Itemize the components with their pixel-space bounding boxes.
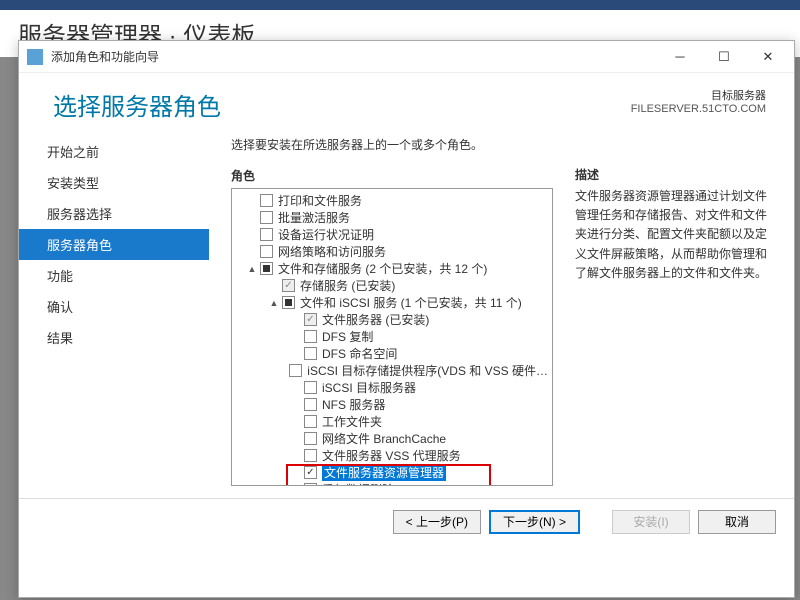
tree-label: 网络策略和访问服务 — [278, 243, 386, 260]
tree-label: 批量激活服务 — [278, 209, 350, 226]
tree-row[interactable]: 文件服务器 (已安装) — [232, 311, 552, 328]
tree-label: 文件和存储服务 (2 个已安装，共 12 个) — [278, 260, 487, 277]
sidebar-item-1[interactable]: 安装类型 — [19, 167, 209, 198]
tree-row[interactable]: 打印和文件服务 — [232, 192, 552, 209]
tree-label: 重复数据删除 — [322, 481, 394, 486]
checkbox[interactable] — [260, 228, 273, 241]
checkbox[interactable] — [304, 330, 317, 343]
expander-icon[interactable]: ▲ — [246, 264, 258, 274]
desc-label: 描述 — [575, 166, 774, 183]
footer: < 上一步(P) 下一步(N) > 安装(I) 取消 — [19, 498, 794, 544]
checkbox[interactable] — [304, 381, 317, 394]
tree-row[interactable]: 存储服务 (已安装) — [232, 277, 552, 294]
checkbox[interactable] — [260, 262, 273, 275]
maximize-button[interactable]: ☐ — [702, 43, 746, 71]
target-info: 目标服务器 FILESERVER.51CTO.COM — [631, 87, 766, 115]
tree-row[interactable]: 文件服务器 VSS 代理服务 — [232, 447, 552, 464]
checkbox[interactable] — [304, 415, 317, 428]
tree-label: 文件服务器资源管理器 — [322, 464, 446, 481]
tree-label: 打印和文件服务 — [278, 192, 362, 209]
tree-row[interactable]: NFS 服务器 — [232, 396, 552, 413]
tree-label: iSCSI 目标服务器 — [322, 379, 416, 396]
app-icon — [27, 49, 43, 65]
expander-icon[interactable]: ▲ — [268, 298, 280, 308]
titlebar: 添加角色和功能向导 ─ ☐ ✕ — [19, 41, 794, 73]
sidebar-item-6[interactable]: 结果 — [19, 322, 209, 353]
checkbox[interactable] — [304, 347, 317, 360]
tree-label: 文件服务器 VSS 代理服务 — [322, 447, 461, 464]
checkbox[interactable] — [260, 211, 273, 224]
tree-label: NFS 服务器 — [322, 396, 385, 413]
checkbox[interactable] — [304, 398, 317, 411]
sidebar-item-2[interactable]: 服务器选择 — [19, 198, 209, 229]
desc-text: 文件服务器资源管理器通过计划文件管理任务和存储报告、对文件和文件夹进行分类、配置… — [575, 187, 774, 283]
tree-label: iSCSI 目标存储提供程序(VDS 和 VSS 硬件… — [307, 362, 548, 379]
close-button[interactable]: ✕ — [746, 43, 790, 71]
tree-label: 文件服务器 (已安装) — [322, 311, 429, 328]
tree-row[interactable]: 文件服务器资源管理器 — [232, 464, 552, 481]
tree-label: 存储服务 (已安装) — [300, 277, 395, 294]
tree-row[interactable]: DFS 复制 — [232, 328, 552, 345]
tree-label: DFS 复制 — [322, 328, 373, 345]
checkbox[interactable] — [304, 483, 317, 486]
sidebar-item-4[interactable]: 功能 — [19, 260, 209, 291]
checkbox[interactable] — [289, 364, 302, 377]
sidebar-item-5[interactable]: 确认 — [19, 291, 209, 322]
checkbox[interactable] — [304, 466, 317, 479]
tree-label: 文件和 iSCSI 服务 (1 个已安装，共 11 个) — [300, 294, 522, 311]
checkbox[interactable] — [260, 245, 273, 258]
tree-row[interactable]: ▲ 文件和 iSCSI 服务 (1 个已安装，共 11 个) — [232, 294, 552, 311]
wizard-dialog: 添加角色和功能向导 ─ ☐ ✕ 选择服务器角色 目标服务器 FILESERVER… — [18, 40, 795, 598]
window-title: 添加角色和功能向导 — [51, 48, 658, 65]
next-button[interactable]: 下一步(N) > — [489, 510, 580, 534]
tree-row[interactable]: iSCSI 目标服务器 — [232, 379, 552, 396]
target-label: 目标服务器 — [631, 87, 766, 103]
tree-label: 工作文件夹 — [322, 413, 382, 430]
tree-row[interactable]: 网络文件 BranchCache — [232, 430, 552, 447]
tree-row[interactable]: 设备运行状况证明 — [232, 226, 552, 243]
wizard-sidebar: 开始之前安装类型服务器选择服务器角色功能确认结果 — [19, 128, 209, 498]
minimize-button[interactable]: ─ — [658, 43, 702, 71]
tree-row[interactable]: 重复数据删除 — [232, 481, 552, 486]
tree-row[interactable]: iSCSI 目标存储提供程序(VDS 和 VSS 硬件… — [232, 362, 552, 379]
roles-label: 角色 — [231, 167, 553, 184]
tree-row[interactable]: 批量激活服务 — [232, 209, 552, 226]
checkbox[interactable] — [304, 432, 317, 445]
tree-row[interactable]: 网络策略和访问服务 — [232, 243, 552, 260]
intro-text: 选择要安装在所选服务器上的一个或多个角色。 — [231, 136, 553, 153]
sidebar-item-3[interactable]: 服务器角色 — [19, 229, 209, 260]
checkbox[interactable] — [282, 296, 295, 309]
roles-tree[interactable]: 打印和文件服务批量激活服务设备运行状况证明网络策略和访问服务 ▲ 文件和存储服务 (… — [231, 188, 553, 486]
target-name: FILESERVER.51CTO.COM — [631, 103, 766, 115]
tree-label: DFS 命名空间 — [322, 345, 397, 362]
checkbox[interactable] — [282, 279, 295, 292]
tree-label: 设备运行状况证明 — [278, 226, 374, 243]
checkbox[interactable] — [304, 449, 317, 462]
checkbox[interactable] — [304, 313, 317, 326]
tree-row[interactable]: 工作文件夹 — [232, 413, 552, 430]
tree-label: 网络文件 BranchCache — [322, 430, 446, 447]
tree-row[interactable]: DFS 命名空间 — [232, 345, 552, 362]
page-title: 选择服务器角色 — [53, 87, 221, 122]
cancel-button[interactable]: 取消 — [698, 510, 776, 534]
checkbox[interactable] — [260, 194, 273, 207]
tree-row[interactable]: ▲ 文件和存储服务 (2 个已安装，共 12 个) — [232, 260, 552, 277]
sidebar-item-0[interactable]: 开始之前 — [19, 136, 209, 167]
prev-button[interactable]: < 上一步(P) — [393, 510, 481, 534]
install-button[interactable]: 安装(I) — [612, 510, 690, 534]
